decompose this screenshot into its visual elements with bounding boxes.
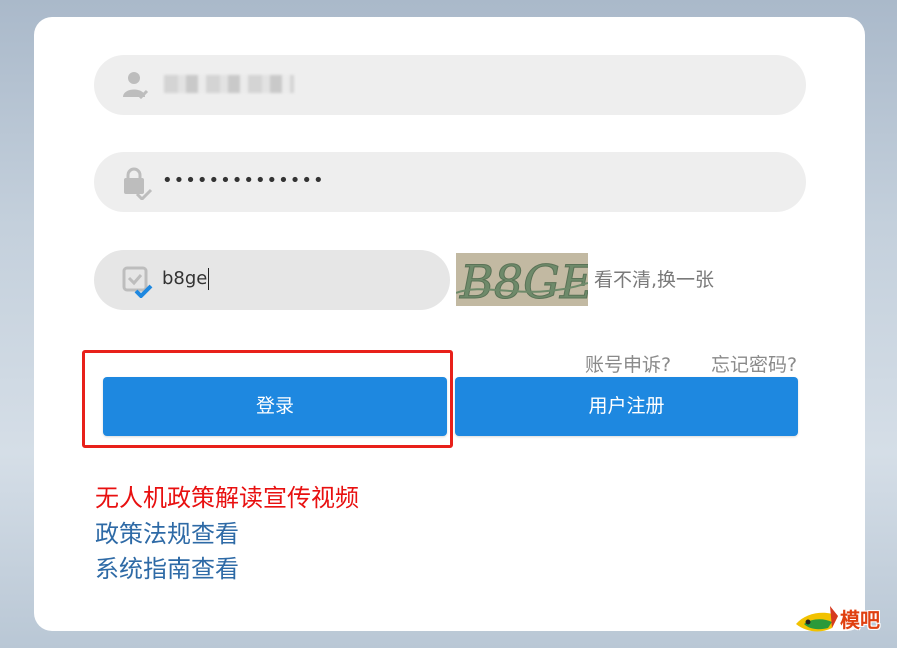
username-value-blurred	[164, 75, 294, 93]
account-appeal-link[interactable]: 账号申诉?	[585, 350, 671, 377]
captcha-image[interactable]: B8GE	[456, 253, 588, 306]
captcha-image-text: B8GE	[459, 255, 588, 306]
check-square-icon	[121, 264, 155, 299]
register-button[interactable]: 用户注册	[455, 377, 798, 436]
login-highlight-box	[82, 350, 453, 448]
password-value: ••••••••••••••	[162, 170, 325, 191]
text-caret	[208, 268, 210, 290]
refresh-captcha-link[interactable]: 看不清,换一张	[594, 265, 714, 292]
policy-law-link[interactable]: 政策法规查看	[95, 514, 239, 549]
password-field[interactable]: ••••••••••••••	[94, 152, 806, 212]
captcha-value-wrap: b8ge	[162, 250, 210, 308]
captcha-input[interactable]: b8ge	[94, 250, 450, 310]
watermark-label: 模吧	[840, 608, 880, 632]
username-field[interactable]	[94, 55, 806, 115]
user-icon	[121, 69, 155, 103]
lock-icon	[121, 166, 155, 202]
forgot-password-link[interactable]: 忘记密码?	[711, 350, 797, 377]
system-guide-link[interactable]: 系统指南查看	[95, 549, 239, 584]
captcha-value: b8ge	[162, 268, 208, 289]
login-card: •••••••••••••• b8ge B8GE 看不清,换一张 账号申诉? 忘…	[34, 17, 865, 631]
policy-video-link[interactable]: 无人机政策解读宣传视频	[95, 478, 359, 513]
